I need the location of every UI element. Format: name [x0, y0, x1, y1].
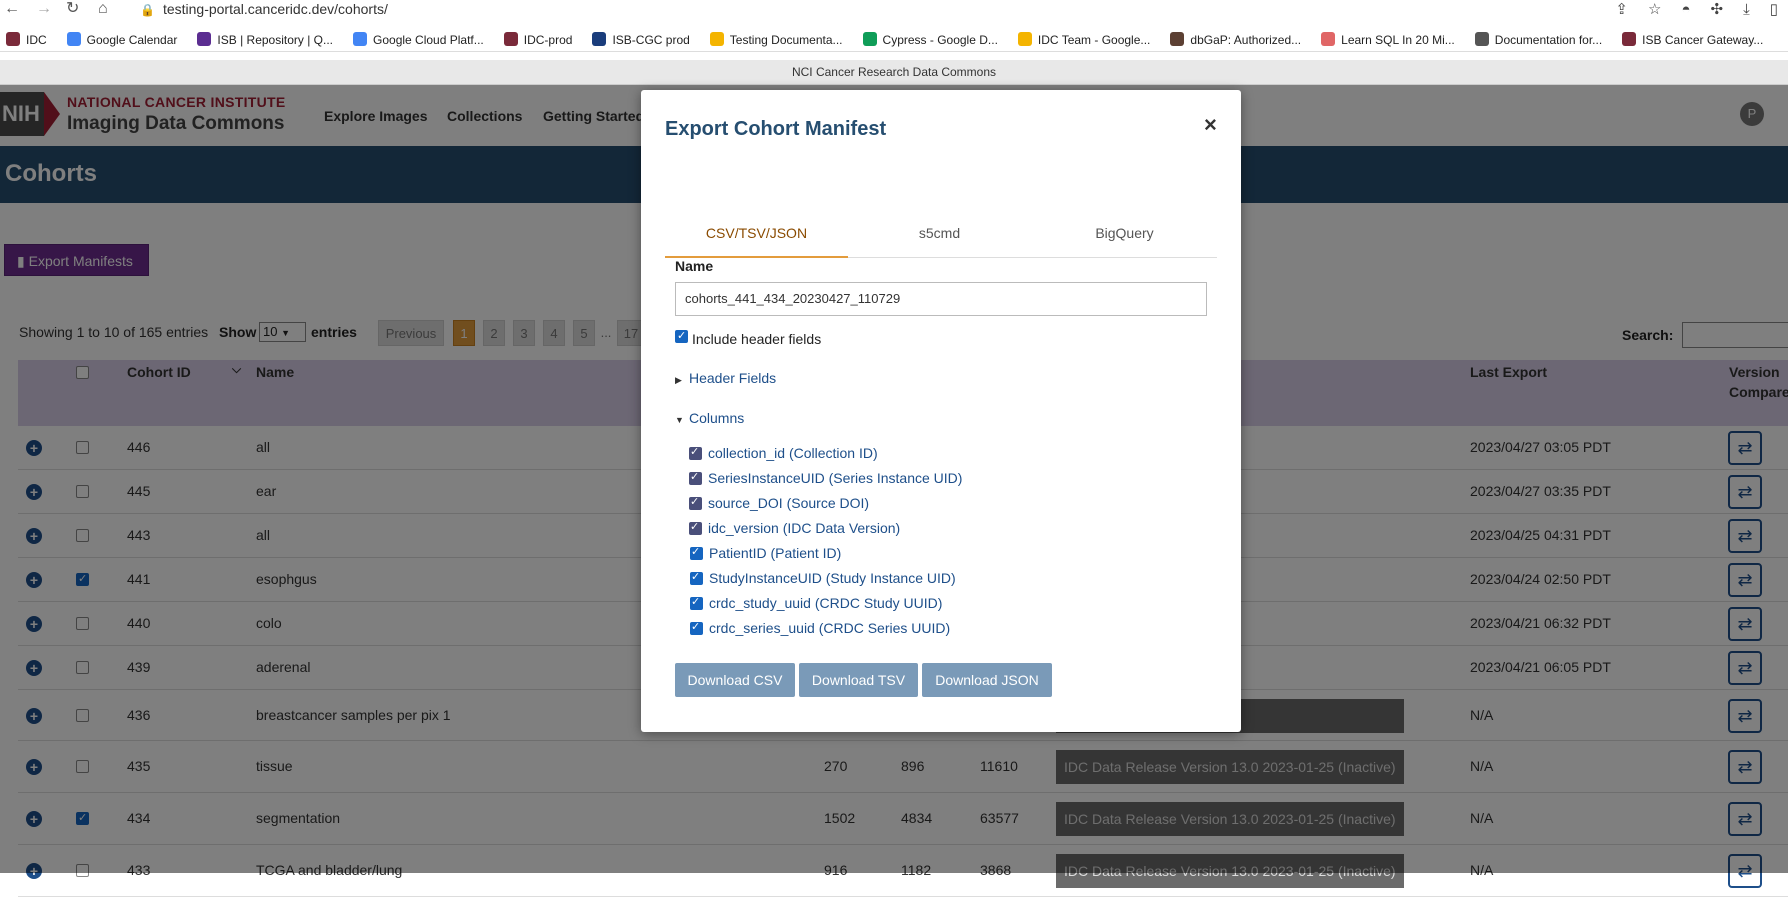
bookmark-icon [503, 32, 518, 46]
bookmark-icon [1622, 32, 1637, 46]
bookmark-label: Cypress - Google D... [882, 33, 998, 47]
bookmark-item[interactable]: IDC-prod [503, 28, 573, 51]
bookmark-icon [592, 32, 607, 46]
bookmark-label: ISB-CGC prod [612, 33, 690, 47]
tab-csv-tsv-json[interactable]: CSV/TSV/JSON [665, 216, 848, 258]
bookmark-label: Google Calendar [86, 33, 178, 47]
lock-icon: 🔒 [140, 3, 155, 17]
bookmark-item[interactable]: Cypress - Google D... [862, 28, 998, 51]
bookmark-item[interactable]: ISB Cancer Gateway... [1622, 28, 1764, 51]
nci-strip: NCI Cancer Research Data Commons [0, 60, 1788, 85]
bookmark-item[interactable]: ISB | Repository | Q... [197, 28, 334, 51]
include-header-label: Include header fields [692, 331, 822, 347]
column-checkbox[interactable] [690, 570, 703, 585]
column-label: PatientID (Patient ID) [709, 545, 842, 561]
column-checkbox-item[interactable]: collection_id (Collection ID) [689, 445, 878, 461]
home-icon[interactable]: ⌂ [98, 0, 108, 18]
bookmark-label: Learn SQL In 20 Mi... [1341, 33, 1455, 47]
bookmark-item[interactable]: Documentation for... [1474, 28, 1603, 51]
bookmark-label: ISB Cancer Gateway... [1642, 33, 1764, 47]
bookmark-label: dbGaP: Authorized... [1190, 33, 1302, 47]
bookmark-icon [66, 32, 81, 46]
column-label: collection_id (Collection ID) [708, 445, 878, 461]
address-bar[interactable]: 🔒 testing-portal.canceridc.dev/cohorts/ [140, 1, 388, 17]
bookmark-icon [353, 32, 368, 46]
bookmark-item[interactable]: dbGaP: Authorized... [1170, 28, 1302, 51]
bookmark-item[interactable]: ISB-CGC prod [592, 28, 690, 51]
header-fields-toggle[interactable]: ▶ Header Fields [675, 370, 776, 386]
bookmark-icon [1017, 32, 1032, 46]
column-checkbox[interactable] [690, 545, 703, 560]
bookmark-icon [1170, 32, 1185, 46]
chevron-right-icon: ▶ [675, 375, 682, 385]
back-icon[interactable]: ← [4, 0, 20, 18]
column-checkbox[interactable] [689, 445, 702, 460]
column-checkbox-item[interactable]: idc_version (IDC Data Version) [689, 520, 900, 536]
column-checkbox[interactable] [689, 495, 702, 510]
bookmark-item[interactable]: Testing Documenta... [709, 28, 843, 51]
column-checkbox-item[interactable]: StudyInstanceUID (Study Instance UID) [690, 570, 956, 586]
bookmark-icon [197, 32, 212, 46]
share-icon[interactable]: ⇪ [1615, 1, 1628, 18]
extensions-icon[interactable]: ✣ [1711, 1, 1724, 18]
columns-toggle[interactable]: ▼ Columns [675, 410, 744, 426]
include-header-checkbox[interactable] [675, 329, 688, 343]
bookmark-item[interactable]: Google Cloud Platf... [353, 28, 484, 51]
bookmark-icon [1321, 32, 1336, 46]
forward-icon[interactable]: → [36, 0, 52, 18]
column-checkbox[interactable] [690, 620, 703, 635]
bookmark-item[interactable]: IDC [6, 28, 47, 51]
column-label: crdc_series_uuid (CRDC Series UUID) [709, 620, 951, 636]
manifest-name-input[interactable]: cohorts_441_434_20230427_110729 [675, 282, 1207, 316]
name-label: Name [675, 258, 714, 274]
column-checkbox-item[interactable]: PatientID (Patient ID) [690, 545, 841, 561]
bookmarks-bar: IDC Google Calendar ISB | Repository | Q..… [0, 28, 1788, 52]
bookmark-icon [1474, 32, 1489, 46]
browser-actions: ⇪ ☆ ◓ ✣ ⤓ ▯ [1595, 0, 1778, 18]
column-checkbox-item[interactable]: SeriesInstanceUID (Series Instance UID) [689, 470, 962, 486]
download-icon[interactable]: ⤓ [1743, 1, 1750, 18]
column-checkbox-item[interactable]: source_DOI (Source DOI) [689, 495, 869, 511]
download-json-button[interactable]: Download JSON [922, 663, 1052, 697]
column-checkbox-item[interactable]: crdc_study_uuid (CRDC Study UUID) [690, 595, 942, 611]
column-label: StudyInstanceUID (Study Instance UID) [709, 570, 956, 586]
column-checkbox[interactable] [689, 520, 702, 535]
tab-s5cmd[interactable]: s5cmd [848, 216, 1031, 258]
bookmark-icon [709, 32, 724, 46]
export-cohort-manifest-dialog: Export Cohort Manifest × CSV/TSV/JSON s5… [641, 90, 1241, 732]
bookmark-label: Google Cloud Platf... [373, 33, 484, 47]
bookmark-label: IDC-prod [523, 33, 573, 47]
download-tsv-button[interactable]: Download TSV [799, 663, 918, 697]
bookmark-label: IDC [26, 33, 47, 47]
tab-bigquery[interactable]: BigQuery [1033, 216, 1216, 258]
bookmark-item[interactable]: IDC Team - Google... [1017, 28, 1151, 51]
bookmark-icon [6, 32, 20, 46]
column-checkbox-item[interactable]: crdc_series_uuid (CRDC Series UUID) [690, 620, 950, 636]
column-label: idc_version (IDC Data Version) [708, 520, 901, 536]
reload-icon[interactable]: ↻ [66, 0, 79, 18]
download-csv-button[interactable]: Download CSV [675, 663, 795, 697]
incognito-icon[interactable]: ◓ [1681, 1, 1690, 18]
column-label: crdc_study_uuid (CRDC Study UUID) [709, 595, 943, 611]
bookmark-label: Documentation for... [1494, 33, 1603, 47]
bookmark-label: Testing Documenta... [729, 33, 843, 47]
column-checkbox[interactable] [689, 470, 702, 485]
star-icon[interactable]: ☆ [1648, 1, 1661, 18]
browser-toolbar: ← → ↻ ⌂ 🔒 testing-portal.canceridc.dev/co… [0, 0, 1788, 20]
column-label: SeriesInstanceUID (Series Instance UID) [708, 470, 963, 486]
sidebar-icon[interactable]: ▯ [1770, 1, 1778, 18]
bookmark-label: ISB | Repository | Q... [217, 33, 334, 47]
bookmark-icon [862, 32, 877, 46]
bookmark-item[interactable]: Google Calendar [66, 28, 178, 51]
chevron-down-icon: ▼ [675, 415, 684, 425]
bookmark-label: IDC Team - Google... [1037, 33, 1151, 47]
close-icon[interactable]: × [1204, 112, 1217, 138]
bookmark-item[interactable]: Learn SQL In 20 Mi... [1321, 28, 1455, 51]
column-checkbox[interactable] [690, 595, 703, 610]
dialog-title: Export Cohort Manifest [665, 118, 887, 140]
column-label: source_DOI (Source DOI) [708, 495, 870, 511]
